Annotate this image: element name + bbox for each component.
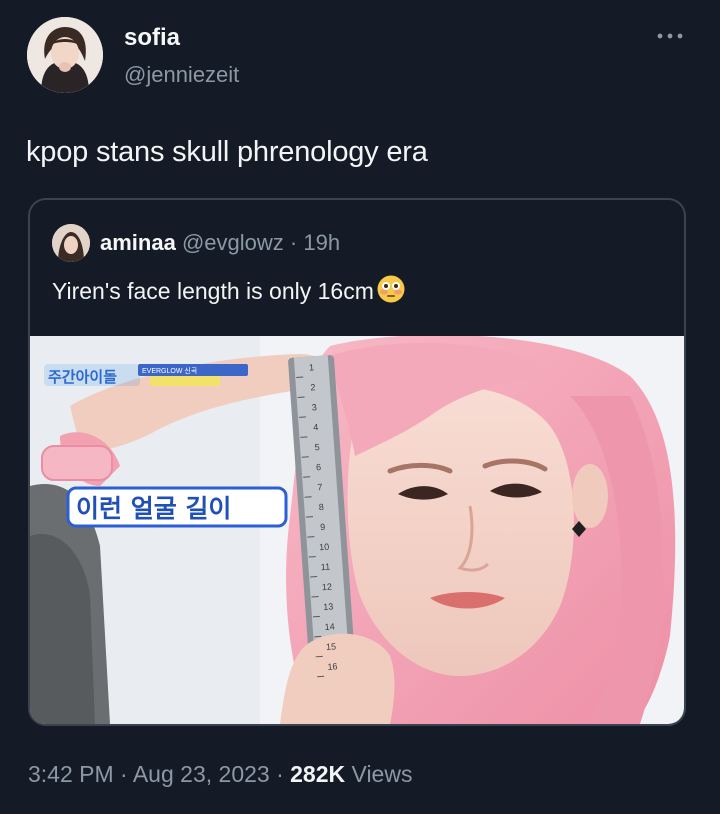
media-caption: 이런 얼굴 길이 [76, 494, 231, 523]
tape-number: 7 [317, 482, 323, 492]
tape-number: 11 [321, 562, 331, 573]
quoted-author-avatar[interactable] [52, 224, 90, 262]
more-horizontal-icon[interactable] [654, 26, 686, 46]
tweet-date[interactable]: Aug 23, 2023 [133, 761, 270, 787]
media-banner-text: EVERGLOW 신곡 [142, 366, 198, 375]
author-avatar-image [27, 17, 103, 93]
tape-number: 15 [326, 641, 337, 652]
quoted-timestamp[interactable]: 19h [303, 230, 340, 255]
tape-number: 3 [311, 402, 317, 412]
quoted-author-name[interactable]: aminaa [100, 230, 176, 255]
tape-number: 1 [309, 362, 315, 372]
tape-number: 14 [324, 621, 335, 632]
tweet-metadata: 3:42 PM · Aug 23, 2023 · 282K Views [28, 761, 412, 788]
quoted-tweet-text-content: Yiren's face length is only 16cm [52, 278, 374, 304]
tweet-text: kpop stans skull phrenology era [26, 136, 428, 168]
quoted-author-handle[interactable]: @evglowz [182, 230, 284, 255]
tape-number: 5 [314, 442, 320, 452]
tape-number: 2 [310, 382, 316, 392]
tape-number: 6 [316, 462, 322, 472]
quoted-tweet-text: Yiren's face length is only 16cm [52, 274, 406, 305]
views-label: Views [351, 761, 413, 787]
tape-number: 4 [313, 422, 319, 432]
tape-number: 16 [327, 661, 338, 672]
tape-number: 10 [319, 542, 330, 553]
views-count: 282K [290, 761, 346, 787]
quoted-avatar-image [52, 224, 90, 262]
show-logo-text: 주간아이돌 [48, 368, 117, 386]
tweet-time[interactable]: 3:42 PM [28, 761, 114, 787]
tape-number: 8 [318, 502, 324, 512]
media-image: 주간아이돌 EVERGLOW 신곡 이런 얼굴 길이 1234567891011… [30, 336, 684, 724]
quoted-tweet-media[interactable]: 주간아이돌 EVERGLOW 신곡 이런 얼굴 길이 1 2 3 4 5 6 7 8 9 10 11… [30, 336, 684, 724]
tape-number: 9 [320, 522, 326, 532]
quoted-tweet-card[interactable]: aminaa @evglowz · 19h Yiren's face lengt… [28, 198, 686, 726]
author-avatar[interactable] [27, 17, 103, 93]
author-name[interactable]: sofia [124, 24, 180, 52]
quoted-tweet-header: aminaa @evglowz · 19h [100, 230, 340, 256]
tape-number: 12 [322, 582, 333, 593]
flushed-face-emoji-icon [376, 274, 406, 304]
quoted-separator: · [289, 230, 298, 255]
author-handle[interactable]: @jenniezeit [124, 62, 239, 88]
meta-separator: · [276, 761, 284, 787]
meta-separator: · [120, 761, 128, 787]
tape-number: 13 [323, 601, 334, 612]
